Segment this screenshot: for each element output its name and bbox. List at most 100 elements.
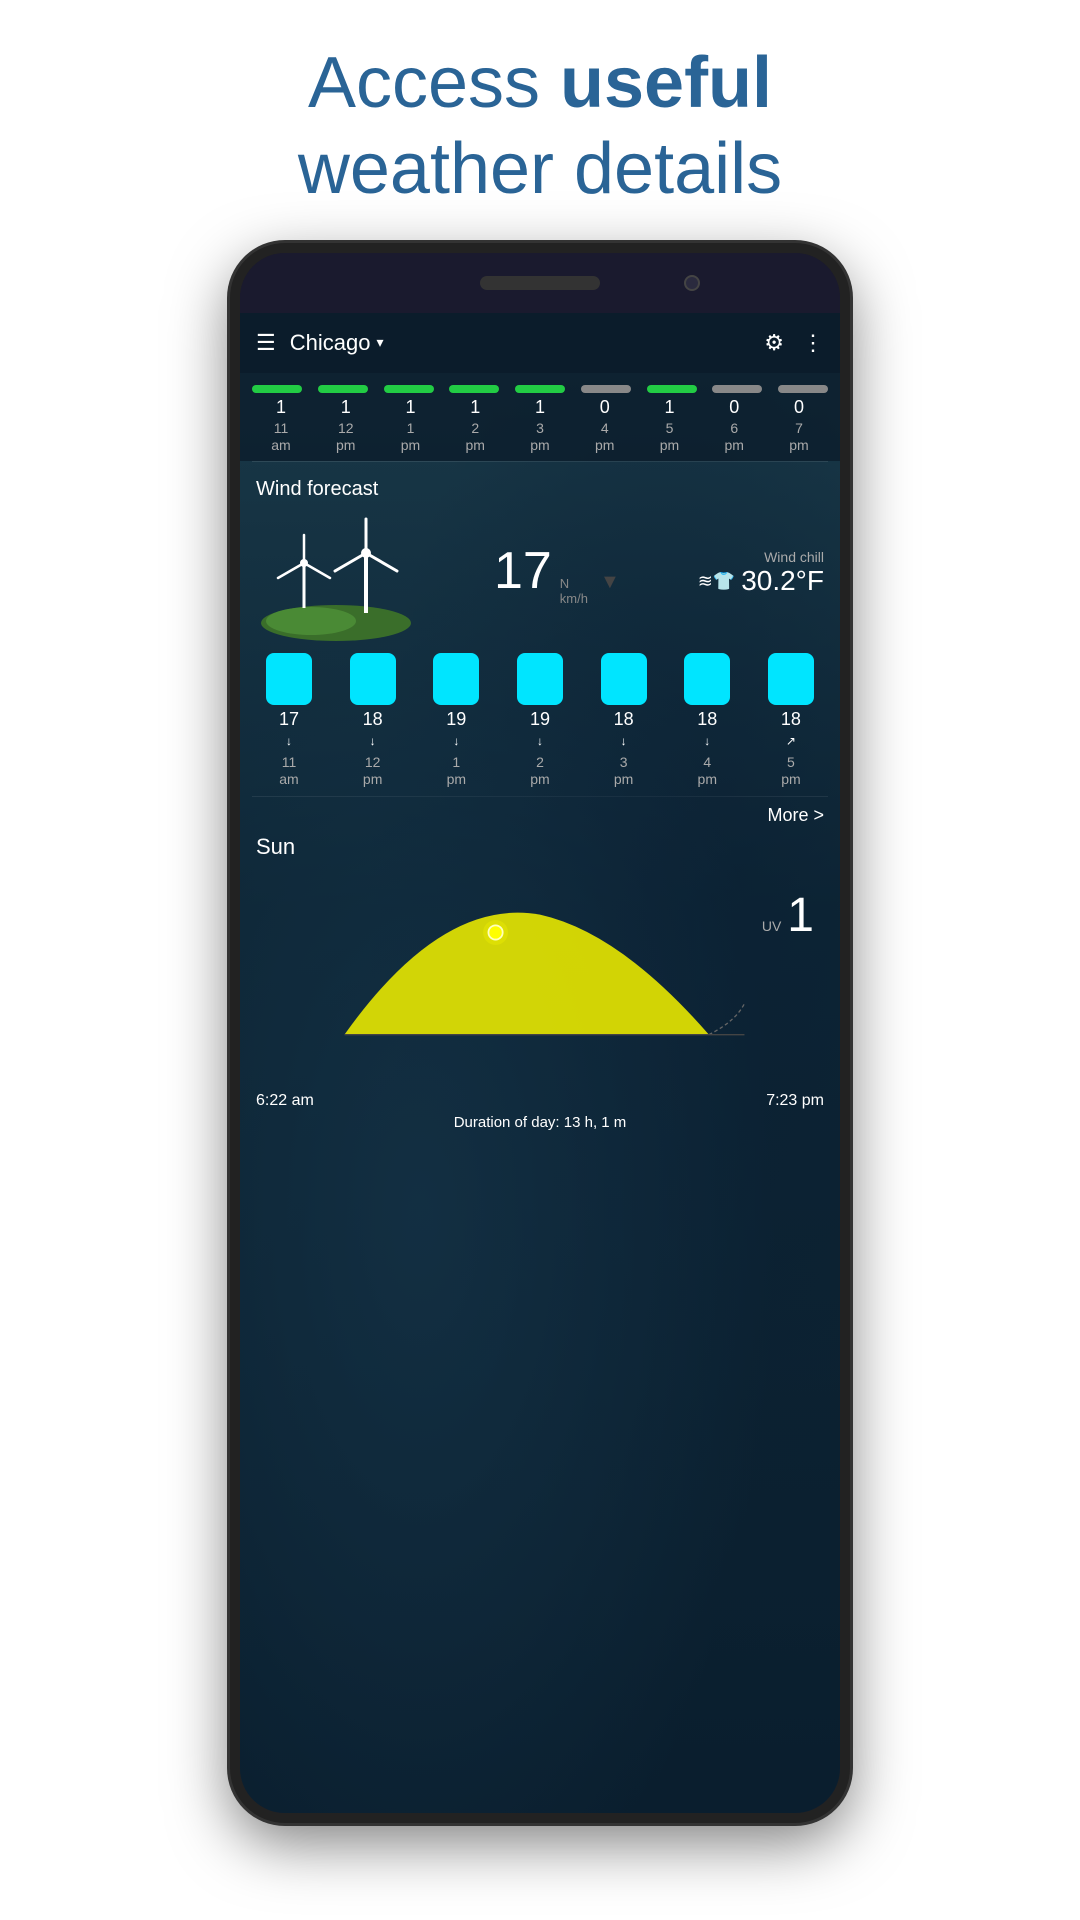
wind-bar-rect-3	[517, 653, 563, 705]
sun-section: More > Sun	[240, 797, 840, 1143]
precip-time-3: 2 pm	[446, 420, 504, 454]
precip-bar-6	[647, 385, 697, 393]
precip-bar-1	[318, 385, 368, 393]
wind-time-1: 12 pm	[336, 754, 410, 788]
wind-bar-rect-0	[266, 653, 312, 705]
wind-info-block: N km/h	[560, 576, 588, 606]
wind-times-row: 11 am12 pm1 pm2 pm3 pm4 pm5 pm	[252, 754, 828, 788]
wind-bar-item-5: 18 ↓	[670, 653, 744, 748]
wind-bar-rect-5	[684, 653, 730, 705]
wind-section-title: Wind forecast	[256, 478, 824, 501]
more-link[interactable]: More >	[256, 805, 824, 826]
header-line2: weather details	[298, 129, 782, 209]
precip-value-4: 1	[511, 397, 569, 418]
wind-bar-item-6: 18 ↗	[754, 653, 828, 748]
topbar-right: ⚙ ⋮	[764, 330, 824, 356]
wind-bar-rect-2	[433, 653, 479, 705]
wind-bar-dir-1: ↓	[370, 734, 376, 748]
menu-icon[interactable]: ☰	[256, 332, 276, 354]
phone-speaker	[480, 276, 600, 290]
wind-bar-dir-3: ↓	[537, 734, 543, 748]
precip-bar-7	[712, 385, 762, 393]
precip-section: 111110100 11 am12 pm1 pm2 pm3 pm4 pm5 pm…	[240, 373, 840, 462]
wind-chill-box: Wind chill ≋👕 30.2°F	[698, 549, 824, 597]
wind-bar-item-1: 18 ↓	[336, 653, 410, 748]
wind-bar-dir-6: ↗	[786, 734, 796, 748]
uv-label: UV	[762, 918, 781, 934]
precip-time-6: 5 pm	[641, 420, 699, 454]
precip-value-2: 1	[382, 397, 440, 418]
sunrise-time: 6:22 am	[256, 1092, 314, 1110]
sun-times-row: 6:22 am 7:23 pm	[256, 1092, 824, 1110]
precip-time-2: 1 pm	[382, 420, 440, 454]
wind-bar-item-3: 19 ↓	[503, 653, 577, 748]
precip-bar-0	[252, 385, 302, 393]
wind-speed-number: 17	[494, 541, 552, 601]
wind-section: Wind forecast	[240, 462, 840, 645]
wind-bar-rect-4	[601, 653, 647, 705]
dropdown-arrow-icon: ▾	[376, 334, 383, 351]
wind-bar-speed-5: 18	[697, 709, 717, 730]
city-name: Chicago	[290, 330, 371, 356]
wind-speed-display: 17 N km/h ▼	[494, 541, 620, 606]
sun-label: Sun	[256, 834, 824, 860]
uv-value: 1	[787, 888, 814, 943]
wind-time-2: 1 pm	[419, 754, 493, 788]
sun-duration: Duration of day: 13 h, 1 m	[256, 1114, 824, 1131]
phone-camera	[684, 275, 700, 291]
city-selector[interactable]: Chicago ▾	[290, 330, 384, 356]
wind-chill-label: Wind chill	[698, 549, 824, 565]
more-icon[interactable]: ⋮	[802, 330, 824, 356]
precip-bar-2	[384, 385, 434, 393]
sun-arc-area	[296, 888, 784, 1048]
wind-time-5: 4 pm	[670, 754, 744, 788]
precip-bar-4	[515, 385, 565, 393]
wind-bars-section: 17↓18↓19↓19↓18↓18↓18↗ 11 am12 pm1 pm2 pm…	[240, 645, 840, 796]
wind-chill-value: ≋👕 30.2°F	[698, 565, 824, 597]
sunset-time: 7:23 pm	[766, 1092, 824, 1110]
precip-value-5: 0	[576, 397, 634, 418]
wind-chill-temp: 30.2°F	[741, 565, 824, 597]
precip-value-3: 1	[446, 397, 504, 418]
wind-arrow-icon: ▼	[600, 571, 620, 594]
wind-bar-speed-3: 19	[530, 709, 550, 730]
precip-time-8: 7 pm	[770, 420, 828, 454]
wind-bar-item-2: 19↓	[419, 653, 493, 748]
precip-time-7: 6 pm	[705, 420, 763, 454]
wind-time-0: 11 am	[252, 754, 326, 788]
wind-bar-item-4: 18 ↓	[587, 653, 661, 748]
wind-chill-icon: ≋👕	[698, 571, 736, 592]
wind-bar-speed-6: 18	[781, 709, 801, 730]
precip-bars-row	[252, 385, 828, 393]
wind-time-4: 3 pm	[587, 754, 661, 788]
phone-frame: ☰ Chicago ▾ ⚙ ⋮ 111110100 11 am12 pm1 pm…	[230, 243, 850, 1823]
precip-time-5: 4 pm	[576, 420, 634, 454]
sun-chart-container: UV 1	[256, 868, 824, 1088]
settings-icon[interactable]: ⚙	[764, 330, 784, 356]
wind-time-3: 2 pm	[503, 754, 577, 788]
wind-bar-rect-1	[350, 653, 396, 705]
wind-bar-speed-1: 18	[363, 709, 383, 730]
wind-bar-speed-2: 19	[446, 709, 466, 730]
wind-bar-speed-0: 17	[279, 709, 299, 730]
precip-time-4: 3 pm	[511, 420, 569, 454]
header-line1: Access useful	[308, 43, 772, 123]
precip-value-7: 0	[705, 397, 763, 418]
phone-top-bar	[240, 253, 840, 313]
precip-bar-8	[778, 385, 828, 393]
precip-bar-3	[449, 385, 499, 393]
wind-bar-dir-5: ↓	[704, 734, 710, 748]
precip-time-1: 12 pm	[317, 420, 375, 454]
wind-turbines	[256, 513, 416, 633]
precip-value-0: 1	[252, 397, 310, 418]
wind-bar-dir-0: ↓	[286, 734, 292, 748]
wind-unit-label: km/h	[560, 591, 588, 606]
wind-bars-row: 17↓18↓19↓19↓18↓18↓18↗	[252, 653, 828, 748]
wind-bar-item-0: 17 ↓	[252, 653, 326, 748]
precip-times-row: 11 am12 pm1 pm2 pm3 pm4 pm5 pm6 pm7 pm	[252, 420, 828, 454]
precip-value-8: 0	[770, 397, 828, 418]
app-topbar: ☰ Chicago ▾ ⚙ ⋮	[240, 313, 840, 373]
wind-bar-rect-6	[768, 653, 814, 705]
wind-bar-dir-4: ↓	[621, 734, 627, 748]
wind-bar-speed-4: 18	[614, 709, 634, 730]
